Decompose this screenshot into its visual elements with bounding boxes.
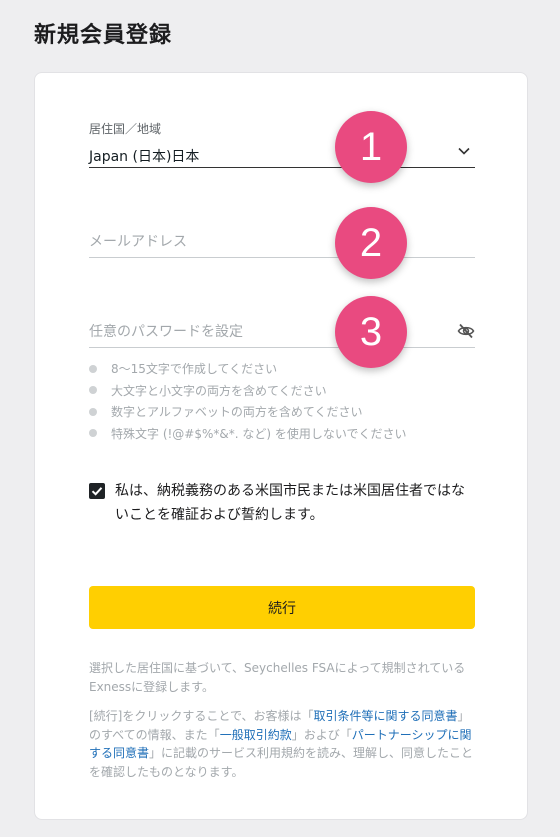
eye-off-icon[interactable] [457,322,475,340]
email-field[interactable]: メールアドレス [89,223,475,259]
bullet-icon [89,429,97,438]
consent-note: [続行]をクリックすることで、お客様は「取引条件等に関する同意書」のすべての情報… [89,709,474,779]
us-person-declaration: 私は、納税義務のある米国市民または米国居住者ではないことを確証および誓約します。 [115,483,465,523]
password-placeholder: 任意のパスワードを設定 [89,324,243,340]
email-placeholder: メールアドレス [89,234,187,250]
checkmark-icon [91,487,103,496]
country-label: 居住国／地域 [89,122,162,136]
chevron-down-icon[interactable] [457,144,471,158]
continue-button[interactable]: 続行 [89,586,475,629]
password-field[interactable]: 任意のパスワードを設定 [89,313,475,349]
password-underline [89,347,475,348]
step-badge-2: 2 [335,207,407,279]
trading-terms-link[interactable]: 取引条件等に関する同意書 [314,709,458,723]
country-underline [89,167,475,168]
registration-card: 居住国／地域 Japan (日本)日本 メールアドレス 任意のパスワードを設定 … [34,72,528,820]
password-rules-list: 8～15文字で作成してください 大文字と小文字の両方を含めてください 数字とアル… [89,358,407,444]
us-person-checkbox[interactable] [89,483,105,499]
password-rule: 数字とアルファベットの両方を含めてください [89,401,407,423]
country-value: Japan (日本)日本 [89,149,200,165]
country-select[interactable]: 居住国／地域 Japan (日本)日本 [89,120,475,168]
password-rule: 特殊文字 (!@#$%*&*. など) を使用しないでください [89,423,407,445]
step-badge-1: 1 [335,111,407,183]
step-badge-3: 3 [335,296,407,368]
bullet-icon [89,386,97,395]
email-underline [89,257,475,258]
regulation-note: 選択した居住国に基づいて、Seychelles FSAによって規制されているEx… [89,661,466,694]
general-terms-link[interactable]: 一般取引約款 [220,728,292,742]
page-title: 新規会員登録 [34,23,173,48]
bullet-icon [89,364,97,373]
bullet-icon [89,407,97,416]
password-rule: 大文字と小文字の両方を含めてください [89,380,407,402]
